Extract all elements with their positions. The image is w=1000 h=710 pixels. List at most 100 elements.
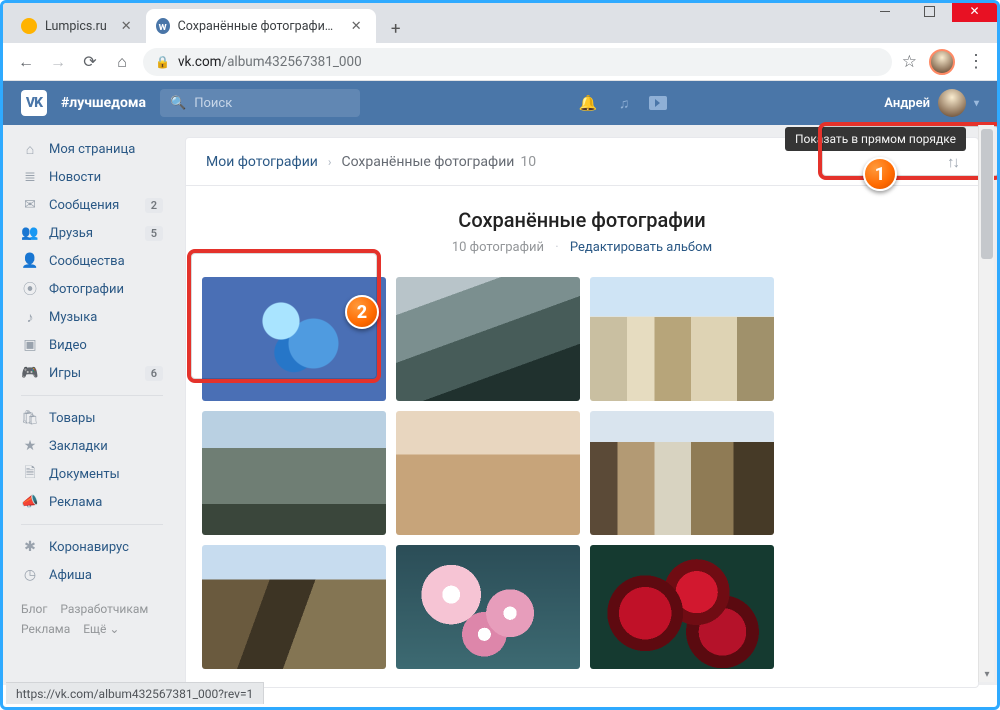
browser-address-bar: ← → ⟳ ⌂ 🔒 vk.com/album432567381_000 ☆ ⋮ xyxy=(3,43,997,81)
vk-logo-icon[interactable]: VK xyxy=(21,90,47,116)
window-maximize-button[interactable] xyxy=(907,0,952,22)
sidebar-item-icon: 👤 xyxy=(21,253,39,269)
photo-thumb[interactable] xyxy=(590,545,774,669)
sidebar-item[interactable]: ◷Афиша xyxy=(11,561,173,589)
photo-thumb[interactable] xyxy=(202,545,386,669)
sidebar-item-label: Друзья xyxy=(49,226,93,241)
video-icon[interactable] xyxy=(649,96,667,110)
tab-lumpics[interactable]: Lumpics.ru ✕ xyxy=(11,9,146,43)
sidebar-footer: Блог Разработчикам Реклама Ещё ⌄ xyxy=(11,589,173,649)
vk-hashtag[interactable]: #лучшедома xyxy=(61,95,146,111)
browser-tabbar: Lumpics.ru ✕ w Сохранённые фотографии – … xyxy=(3,3,997,43)
nav-forward-icon[interactable]: → xyxy=(47,51,69,73)
vk-content: Мои фотографии › Сохранённые фотографии … xyxy=(173,125,997,685)
sidebar-item[interactable]: ▣ Видео xyxy=(11,331,173,359)
sidebar-item[interactable]: ⦿ Фотографии xyxy=(11,275,173,303)
photo-thumb[interactable] xyxy=(590,277,774,401)
sidebar-item-label: Сообщения xyxy=(49,198,119,213)
sidebar-item-label: Афиша xyxy=(49,568,92,583)
sidebar-item-label: Документы xyxy=(49,467,120,482)
sidebar-item[interactable]: 📣 Реклама xyxy=(11,488,173,516)
breadcrumb: Мои фотографии › Сохранённые фотографии … xyxy=(186,138,978,186)
photo-grid xyxy=(186,273,978,687)
sidebar-item-label: Музыка xyxy=(49,310,97,325)
bookmark-star-icon[interactable]: ☆ xyxy=(902,52,917,72)
sidebar-item[interactable]: 🎮Игры6 xyxy=(11,359,173,387)
sidebar-item-icon: ★ xyxy=(21,438,39,454)
nav-back-icon[interactable]: ← xyxy=(15,51,37,73)
sidebar-item[interactable]: ✱Коронавирус xyxy=(11,533,173,561)
sidebar-item-label: Реклама xyxy=(49,495,102,510)
sidebar-item[interactable]: ≣Новости xyxy=(11,163,173,191)
music-icon[interactable]: ♫ xyxy=(613,92,635,114)
vk-search-input[interactable]: 🔍 Поиск xyxy=(160,89,360,117)
notifications-icon[interactable]: 🔔 xyxy=(577,92,599,114)
sidebar-item[interactable]: ✉Сообщения2 xyxy=(11,191,173,219)
breadcrumb-count: 10 xyxy=(520,154,536,170)
sidebar-item-icon: 🗎 xyxy=(21,462,39,486)
sidebar-item-label: Закладки xyxy=(49,439,108,454)
sidebar-item[interactable]: 🗎 Документы xyxy=(11,460,173,488)
sidebar-item-label: Фотографии xyxy=(49,282,124,297)
scroll-down-icon[interactable]: ▾ xyxy=(979,666,995,682)
tab-vk-album[interactable]: w Сохранённые фотографии – 10 ✕ xyxy=(146,9,376,43)
sidebar-item[interactable]: ★ Закладки xyxy=(11,432,173,460)
sort-order-icon[interactable]: ↑↓ xyxy=(947,153,958,171)
sidebar-item-icon: 🛍 xyxy=(21,410,39,426)
photo-thumb[interactable] xyxy=(202,411,386,535)
vk-user-avatar-icon xyxy=(938,89,966,117)
sidebar-item[interactable]: 👥Друзья5 xyxy=(11,219,173,247)
sidebar-item-icon: 📣 xyxy=(21,494,39,510)
chevron-right-icon: › xyxy=(328,155,332,169)
tab-close-icon[interactable]: ✕ xyxy=(351,19,362,34)
sidebar-item-label: Коронавирус xyxy=(49,540,129,555)
footer-link-dev[interactable]: Разработчикам xyxy=(60,602,148,616)
scroll-thumb[interactable] xyxy=(981,129,993,259)
url-host: vk.com xyxy=(178,54,222,70)
url-path: /album432567381_000 xyxy=(222,54,362,70)
nav-reload-icon[interactable]: ⟳ xyxy=(79,51,101,73)
nav-home-icon[interactable]: ⌂ xyxy=(111,51,133,73)
tab-close-icon[interactable]: ✕ xyxy=(121,19,132,34)
vk-user-name: Андрей xyxy=(884,96,930,111)
sidebar-item[interactable]: 👤Сообщества xyxy=(11,247,173,275)
breadcrumb-root[interactable]: Мои фотографии xyxy=(206,154,318,170)
sidebar-item[interactable]: 🛍Товары xyxy=(11,404,173,432)
vk-header: VK #лучшедома 🔍 Поиск 🔔 ♫ Андрей ▾ xyxy=(3,81,997,125)
sidebar-item-label: Видео xyxy=(49,338,87,353)
photo-thumb[interactable] xyxy=(396,411,580,535)
sort-tooltip: Показать в прямом порядке xyxy=(785,127,966,151)
sidebar-item[interactable]: ♪Музыка xyxy=(11,303,173,331)
window-close-button[interactable] xyxy=(952,0,997,22)
sidebar-item-icon: ⌂ xyxy=(21,141,39,158)
separator-dot-icon: · xyxy=(555,240,558,255)
profile-avatar-icon[interactable] xyxy=(929,49,955,75)
footer-link-blog[interactable]: Блог xyxy=(21,602,47,616)
sidebar-item-label: Моя страница xyxy=(49,142,135,157)
sidebar-item-icon: ▣ xyxy=(21,337,39,353)
sidebar-item-icon: ⦿ xyxy=(21,279,39,299)
photo-thumb[interactable] xyxy=(590,411,774,535)
favicon-lumpics-icon xyxy=(21,18,37,34)
url-field[interactable]: 🔒 vk.com/album432567381_000 xyxy=(143,48,892,76)
annotation-number-2: 2 xyxy=(345,295,379,329)
sidebar-badge: 6 xyxy=(145,366,163,381)
browser-menu-icon[interactable]: ⋮ xyxy=(967,51,985,72)
photo-thumb[interactable] xyxy=(396,277,580,401)
sidebar-item-icon: ≣ xyxy=(21,169,39,185)
footer-link-ads[interactable]: Реклама xyxy=(21,622,70,636)
footer-link-more[interactable]: Ещё ⌄ xyxy=(83,622,119,636)
sidebar-badge: 5 xyxy=(145,226,163,241)
breadcrumb-current: Сохранённые фотографии xyxy=(341,154,514,170)
edit-album-link[interactable]: Редактировать альбом xyxy=(570,240,712,255)
new-tab-button[interactable]: + xyxy=(382,15,410,43)
vk-user-menu[interactable]: Андрей ▾ xyxy=(884,89,979,117)
window-minimize-button[interactable] xyxy=(862,0,907,22)
sidebar-item[interactable]: ⌂ Моя страница xyxy=(11,135,173,163)
album-count: 10 фотографий xyxy=(452,240,544,255)
vk-sidebar: ⌂Моя страница≣Новости✉Сообщения2👥Друзья5… xyxy=(3,125,173,685)
photo-thumb[interactable] xyxy=(396,545,580,669)
favicon-vk-icon: w xyxy=(156,18,170,34)
vertical-scrollbar[interactable]: ▾ xyxy=(978,125,994,682)
search-icon: 🔍 xyxy=(170,96,186,111)
